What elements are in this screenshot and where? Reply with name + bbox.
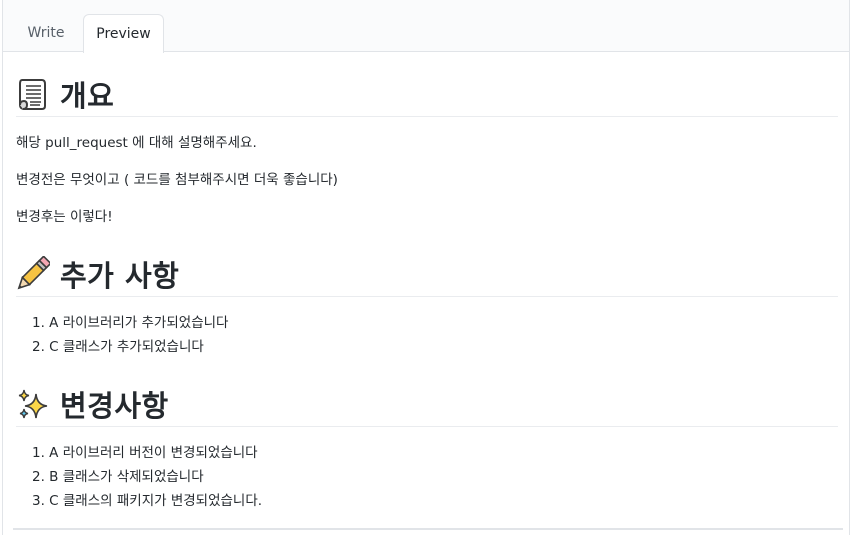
heading-added-text: 추가 사항: [60, 259, 180, 293]
markdown-editor: Write Preview 개요 해당 pull_request 에 대해 설명…: [2, 0, 850, 535]
heading-changes-text: 변경사항: [60, 389, 169, 423]
bottom-divider: [13, 528, 843, 530]
heading-overview: 개요: [16, 72, 838, 117]
list-item: 1. A 라이브러리 버전이 변경되었습니다: [32, 445, 258, 461]
overview-paragraph-1: 해당 pull_request 에 대해 설명해주세요.: [16, 135, 257, 151]
heading-overview-text: 개요: [60, 79, 115, 113]
editor-tab-bar: Write Preview: [3, 0, 849, 53]
tab-write[interactable]: Write: [11, 14, 81, 52]
overview-paragraph-2: 변경전은 무엇이고 ( 코드를 첨부해주시면 더욱 좋습니다): [16, 172, 338, 188]
list-item: 2. C 클래스가 추가되었습니다: [32, 339, 204, 355]
heading-changes: 변경사항: [16, 382, 838, 427]
added-list: 1. A 라이브러리가 추가되었습니다 2. C 클래스가 추가되었습니다: [32, 311, 228, 359]
pencil-icon: [16, 256, 50, 292]
list-item: 3. C 클래스의 패키지가 변경되었습니다.: [32, 493, 263, 509]
overview-paragraph-3: 변경후는 이렇다!: [16, 209, 113, 225]
scroll-icon: [16, 76, 50, 112]
list-item: 2. B 클래스가 삭제되었습니다: [32, 469, 204, 485]
heading-added: 추가 사항: [16, 252, 838, 297]
list-item: 1. A 라이브러리가 추가되었습니다: [32, 315, 229, 331]
sparkles-icon: [16, 386, 50, 422]
tab-preview[interactable]: Preview: [83, 14, 164, 53]
changes-list: 1. A 라이브러리 버전이 변경되었습니다 2. B 클래스가 삭제되었습니다…: [32, 441, 262, 513]
